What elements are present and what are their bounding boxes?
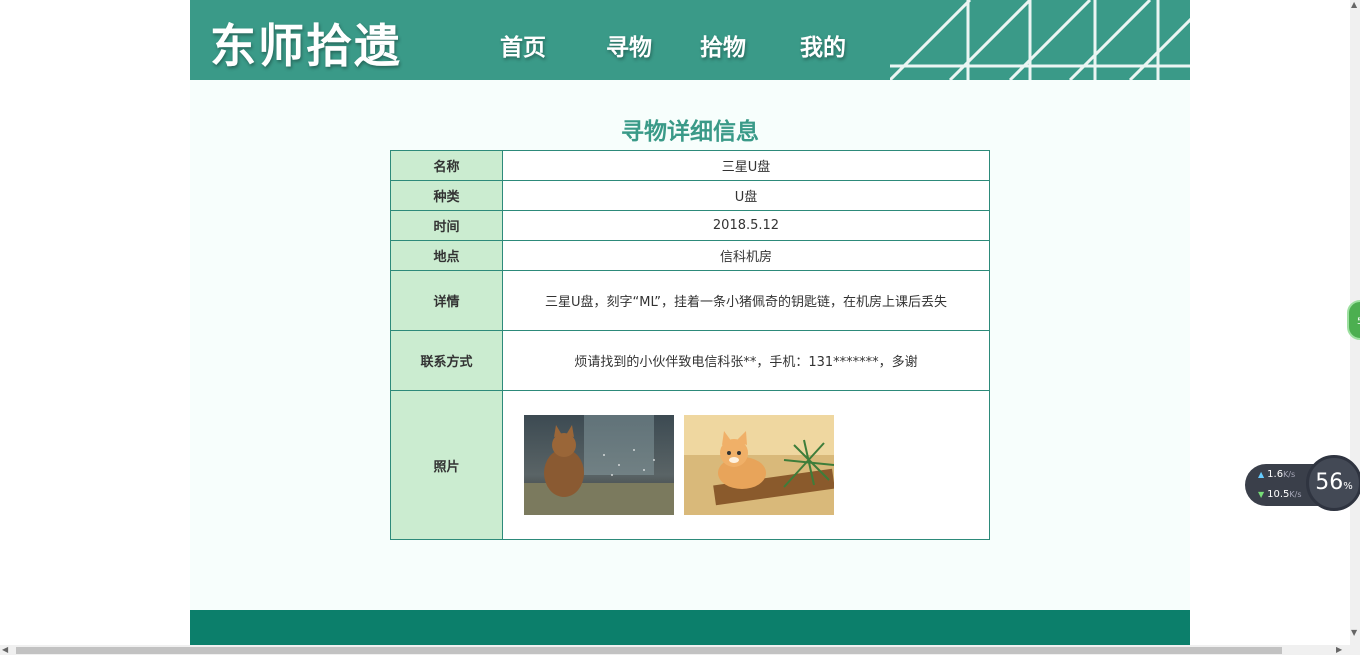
scroll-left-icon[interactable]: ◀ [2, 645, 8, 655]
row-value-location: 信科机房 [502, 240, 990, 271]
horizontal-scrollbar[interactable]: ◀ ▶ [0, 645, 1350, 655]
download-arrow-icon: ▼ [1258, 490, 1265, 499]
site-logo[interactable]: 东师拾遗 [210, 10, 402, 76]
row-value-category: U盘 [502, 180, 990, 211]
row-label-details: 详情 [390, 270, 503, 331]
site-footer [190, 610, 1190, 645]
table-row: 照片 [390, 390, 990, 540]
site-header: 东师拾遗 首页 寻物 拾物 我的 [190, 0, 1190, 80]
scroll-up-icon[interactable]: ▲ [1351, 0, 1357, 10]
nav-lost-items[interactable]: 寻物 [606, 28, 652, 62]
download-speed: ▼ 10.5K/s [1258, 489, 1302, 500]
row-label-time: 时间 [390, 210, 503, 241]
table-row: 种类 U盘 [390, 180, 990, 211]
page-title: 寻物详细信息 [621, 119, 759, 145]
row-label-location: 地点 [390, 240, 503, 271]
nav-home[interactable]: 首页 [500, 28, 546, 62]
row-value-photos [502, 390, 990, 540]
row-value-time: 2018.5.12 [502, 210, 990, 241]
row-label-category: 种类 [390, 180, 503, 211]
side-floating-badge[interactable]: 5 [1347, 300, 1360, 340]
row-value-contact: 烦请找到的小伙伴致电信科张**，手机：131*******，多谢 [502, 330, 990, 391]
nav-found-items[interactable]: 拾物 [700, 28, 746, 62]
kitten-photo[interactable] [684, 415, 834, 515]
row-label-photos: 照片 [390, 390, 503, 540]
row-label-contact: 联系方式 [390, 330, 503, 391]
upload-speed: ▲ 1.6K/s [1258, 469, 1296, 480]
table-row: 地点 信科机房 [390, 240, 990, 271]
row-value-name: 三星U盘 [502, 150, 990, 181]
row-value-details: 三星U盘，刻字“ML”，挂着一条小猪佩奇的钥匙链，在机房上课后丢失 [502, 270, 990, 331]
scroll-down-icon[interactable]: ▼ [1351, 628, 1357, 638]
table-row: 联系方式 烦请找到的小伙伴致电信科张**，手机：131*******，多谢 [390, 330, 990, 391]
item-detail-table: 名称 三星U盘 种类 U盘 时间 2018.5.12 地点 信科机房 详情 三星… [390, 150, 990, 540]
memory-usage-gauge[interactable]: 56% [1306, 455, 1360, 511]
scroll-right-icon[interactable]: ▶ [1336, 645, 1342, 655]
page-container: 东师拾遗 首页 寻物 拾物 我的 寻物详细信息 名称 三星U盘 种类 U盘 时间… [190, 0, 1190, 655]
table-row: 时间 2018.5.12 [390, 210, 990, 241]
table-row: 名称 三星U盘 [390, 150, 990, 181]
upload-arrow-icon: ▲ [1258, 470, 1265, 479]
nav-my-account[interactable]: 我的 [800, 28, 846, 62]
table-row: 详情 三星U盘，刻字“ML”，挂着一条小猪佩奇的钥匙链，在机房上课后丢失 [390, 270, 990, 331]
header-geometric-decoration [890, 0, 1190, 80]
row-label-name: 名称 [390, 150, 503, 181]
cat-back-photo[interactable] [524, 415, 674, 515]
horizontal-scroll-thumb[interactable] [16, 647, 1282, 654]
